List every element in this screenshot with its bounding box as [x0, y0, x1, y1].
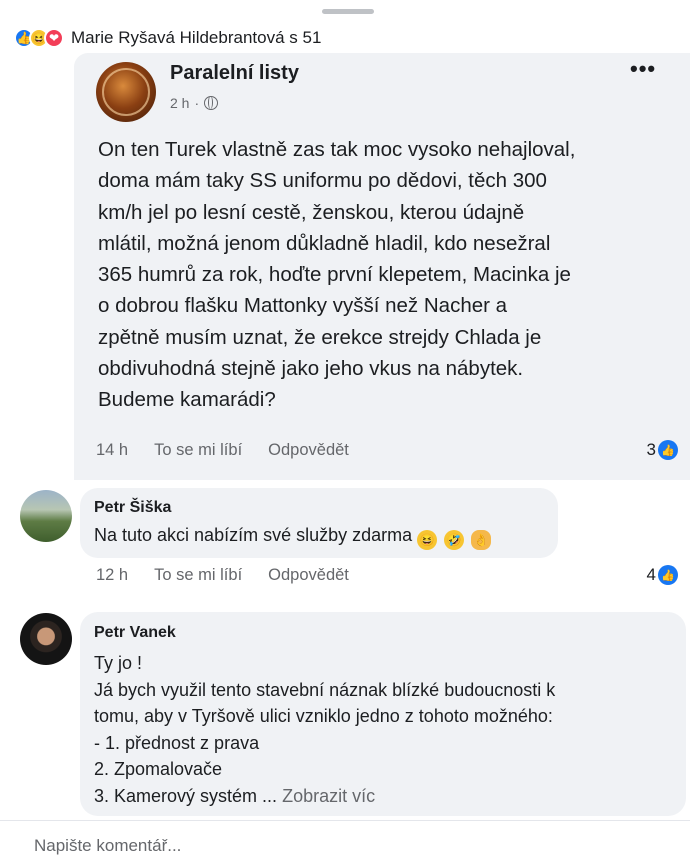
post-time-ago: 14 h	[96, 441, 129, 459]
like-badge-icon: 👍	[658, 440, 678, 460]
post-body-line: mlátil, možná jenom důkladně hladil, kdo…	[98, 231, 551, 255]
reply-link[interactable]: Odpovědět	[268, 441, 349, 460]
post-body-line: doma mám taky SS uniformu po dědovi, těc…	[98, 169, 547, 193]
avatar[interactable]	[20, 613, 72, 665]
page-name[interactable]: Paralelní listy	[170, 62, 299, 85]
more-options-button[interactable]: •••	[630, 56, 656, 82]
ok-hand-emoji-icon: 👌	[471, 530, 492, 550]
comment-like-count[interactable]: 4 👍	[647, 565, 678, 585]
comment-line-last: 3. Kamerový systém ... Zobrazit víc	[94, 783, 684, 810]
post-body-line: Budeme kamarádi?	[98, 388, 276, 412]
globe-icon	[204, 96, 219, 110]
sheet-drag-handle[interactable]	[322, 9, 374, 14]
comment-actions: 12 h To se mi líbí Odpovědět	[96, 566, 349, 585]
like-badge-icon: 👍	[658, 565, 678, 585]
comment-like-count-number: 4	[646, 565, 656, 584]
reactions-text: Marie Ryšavá Hildebrantová s 51	[71, 28, 322, 47]
comment-line: Já bych využil tento stavební náznak blí…	[94, 679, 556, 700]
comment-text: Na tuto akci nabízím své služby zdarma 😆…	[94, 522, 493, 550]
post-like-count-number: 3	[646, 440, 656, 459]
love-icon: ❤	[44, 28, 64, 48]
comment-time-ago: 12 h	[96, 566, 129, 584]
comment-author[interactable]: Petr Vanek	[94, 624, 176, 642]
post-like-count[interactable]: 3 👍	[647, 440, 678, 460]
reactions-summary[interactable]: 👍 😆 ❤ Marie Ryšavá Hildebrantová s 51	[14, 26, 321, 50]
comment-input[interactable]: Napište komentář...	[34, 836, 181, 856]
comment-line: 2. Zpomalovače	[94, 759, 223, 780]
post-body-line: zpětně musím uznat, že erekce strejdy Ch…	[98, 325, 542, 349]
like-link[interactable]: To se mi líbí	[154, 566, 242, 585]
post-body-line: obdivuhodná stejně jako jeho vkus na náb…	[98, 357, 524, 381]
post-body-line: 365 humrů za rok, hoďte první klepetem, …	[98, 263, 571, 287]
comment-author[interactable]: Petr Šiška	[94, 499, 171, 517]
avatar[interactable]	[20, 490, 72, 542]
comment-line: tomu, aby v Tyršově ulici vzniklo jedno …	[94, 706, 553, 727]
comment-text-content: Na tuto akci nabízím své služby zdarma	[94, 525, 413, 545]
comment-line: 3. Kamerový systém ...	[94, 785, 278, 806]
post-body-line: o dobrou flašku Mattonky vyšší než Nache…	[98, 294, 508, 318]
post-body: On ten Turek vlastně zas tak moc vysoko …	[98, 134, 680, 416]
post-actions: 14 h To se mi líbí Odpovědět	[96, 441, 349, 460]
rofl-emoji-icon: 🤣	[444, 530, 465, 550]
post-meta: 2 h ·	[170, 95, 219, 111]
see-more-link[interactable]: Zobrazit víc	[282, 786, 375, 806]
page-avatar[interactable]	[96, 62, 156, 122]
comment-line: Ty jo !	[94, 653, 143, 673]
reply-link[interactable]: Odpovědět	[268, 566, 349, 585]
comment-line: - 1. přednost z prava	[94, 732, 260, 753]
post-body-line: km/h jel po lesní cestě, ženskou, kterou…	[98, 200, 525, 224]
comment-text: Ty jo ! Já bych využil tento stavební ná…	[94, 650, 684, 810]
meta-dot: ·	[194, 95, 200, 111]
post-body-line: On ten Turek vlastně zas tak moc vysoko …	[98, 138, 576, 161]
post-time[interactable]: 2 h	[170, 95, 189, 111]
laughing-emoji-icon: 😆	[417, 530, 438, 550]
like-link[interactable]: To se mi líbí	[154, 441, 242, 460]
